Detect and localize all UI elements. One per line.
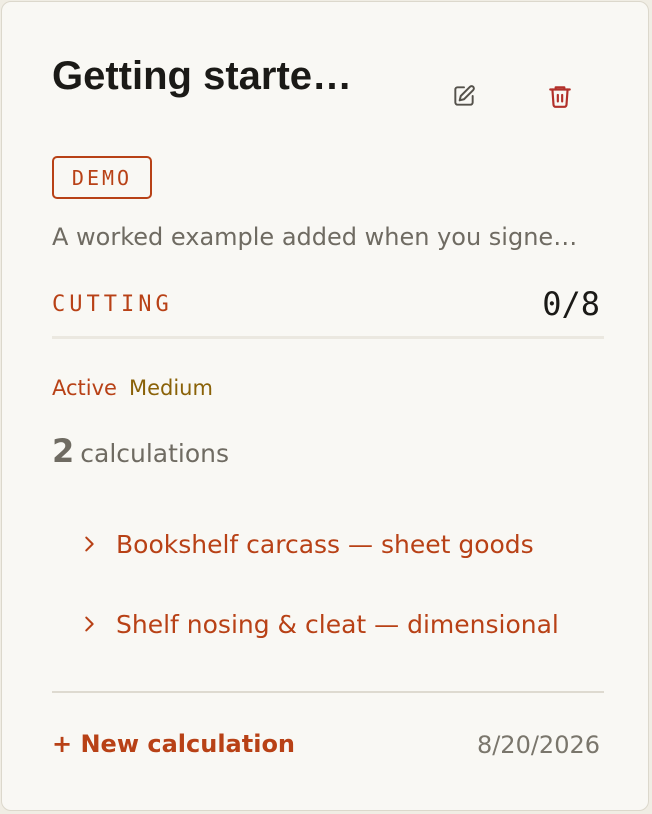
calculation-count: 2 calculations bbox=[52, 432, 229, 470]
card-description: A worked example added when you signe… bbox=[52, 223, 578, 251]
stage-divider bbox=[52, 336, 604, 339]
calculation-count-number: 2 bbox=[52, 432, 75, 470]
calculation-link-label: Bookshelf carcass — sheet goods bbox=[116, 529, 534, 559]
calculation-link-shelf-nosing[interactable]: Shelf nosing & cleat — dimensional bbox=[78, 604, 559, 644]
footer-divider bbox=[52, 691, 604, 693]
edit-button[interactable] bbox=[444, 76, 484, 116]
stage-progress-count: 0/8 bbox=[542, 285, 600, 323]
edit-icon bbox=[454, 85, 475, 106]
status-level-label: Medium bbox=[128, 376, 213, 400]
status-row: Active Medium bbox=[52, 374, 213, 402]
status-active-label: Active bbox=[52, 376, 117, 400]
card-title: Getting starte… bbox=[52, 54, 353, 98]
calculation-link-label: Shelf nosing & cleat — dimensional bbox=[116, 609, 559, 639]
card-date: 8/20/2026 bbox=[476, 731, 600, 759]
stage-label: CUTTING bbox=[52, 292, 173, 317]
trash-icon bbox=[549, 86, 571, 108]
new-calculation-button[interactable]: + New calculation bbox=[52, 730, 295, 758]
chevron-right-icon bbox=[78, 613, 100, 635]
demo-badge: DEMO bbox=[52, 156, 152, 199]
calculation-count-label: calculations bbox=[80, 439, 230, 468]
project-card: Getting starte… DEMO A worked example ad… bbox=[1, 1, 649, 811]
calculation-link-bookshelf-carcass[interactable]: Bookshelf carcass — sheet goods bbox=[78, 524, 534, 564]
delete-button[interactable] bbox=[540, 76, 580, 116]
chevron-right-icon bbox=[78, 533, 100, 555]
